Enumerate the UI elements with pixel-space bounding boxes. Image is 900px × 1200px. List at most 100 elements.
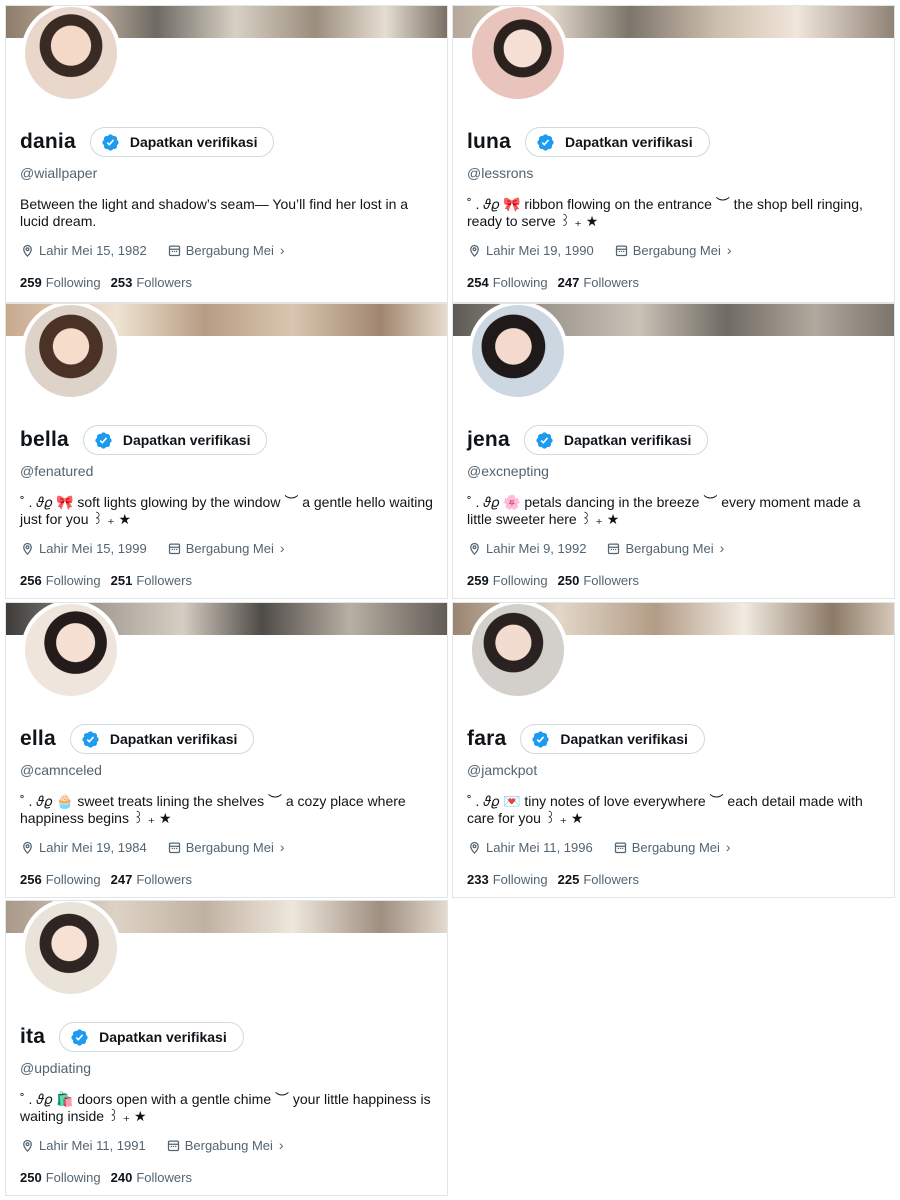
verified-badge-icon (71, 1028, 88, 1046)
profile-card-bella: bella Dapatkan verifikasi @fenatured ˚ .… (5, 303, 448, 599)
profile-meta: Lahir Mei 19, 1990 Bergabung Mei › (467, 242, 752, 258)
profile-card-luna: luna Dapatkan verifikasi @lessrons ˚ . 𝜗… (452, 5, 895, 303)
name-row: ella Dapatkan verifikasi (20, 724, 255, 754)
following-label: Following (492, 872, 548, 887)
following-count: 256 (20, 872, 42, 887)
following-link[interactable]: 259 Following (20, 275, 101, 290)
join-date-label: Bergabung Mei (185, 540, 274, 556)
chevron-right-icon[interactable]: › (720, 540, 725, 556)
followers-link[interactable]: 247 Followers (111, 872, 192, 887)
following-link[interactable]: 250 Following (20, 1170, 101, 1185)
profile-name: dania (20, 130, 76, 153)
following-link[interactable]: 254 Following (467, 275, 548, 290)
profile-handle: @updiating (20, 1060, 92, 1076)
join-date[interactable]: Bergabung Mei › (167, 242, 285, 258)
birth-date: Lahir Mei 9, 1992 (467, 541, 586, 556)
profile-avatar[interactable] (21, 603, 121, 700)
name-row: jena Dapatkan verifikasi (467, 425, 709, 455)
join-date[interactable]: Bergabung Mei › (167, 839, 285, 855)
profile-avatar[interactable] (468, 6, 568, 103)
followers-label: Followers (136, 573, 192, 588)
profile-avatar[interactable] (468, 304, 568, 401)
profile-stats: 256 Following 251 Followers (20, 573, 202, 588)
join-date[interactable]: Bergabung Mei › (606, 540, 724, 556)
following-count: 254 (467, 275, 489, 290)
get-verified-button[interactable]: Dapatkan verifikasi (59, 1022, 244, 1052)
get-verified-button[interactable]: Dapatkan verifikasi (69, 724, 255, 754)
profile-meta: Lahir Mei 19, 1984 Bergabung Mei › (20, 839, 305, 855)
profile-meta: Lahir Mei 9, 1992 Bergabung Mei › (467, 540, 744, 556)
followers-link[interactable]: 251 Followers (111, 573, 192, 588)
following-count: 233 (467, 872, 489, 887)
get-verified-label: Dapatkan verifikasi (564, 134, 693, 150)
location-pin-icon (470, 841, 479, 854)
birth-date-label: Lahir Mei 15, 1999 (39, 540, 147, 556)
following-label: Following (45, 275, 101, 290)
join-date-label: Bergabung Mei (185, 839, 274, 855)
chevron-right-icon[interactable]: › (727, 242, 732, 258)
birth-date-label: Lahir Mei 11, 1991 (39, 1137, 146, 1153)
followers-link[interactable]: 253 Followers (111, 275, 192, 290)
chevron-right-icon[interactable]: › (280, 839, 285, 855)
verified-badge-icon (102, 133, 119, 151)
profile-name: ita (20, 1025, 46, 1048)
get-verified-button[interactable]: Dapatkan verifikasi (89, 127, 275, 157)
join-date[interactable]: Bergabung Mei › (614, 242, 732, 258)
birth-date-label: Lahir Mei 9, 1992 (486, 540, 587, 556)
join-date-label: Bergabung Mei (631, 839, 720, 855)
followers-label: Followers (583, 872, 639, 887)
followers-link[interactable]: 240 Followers (111, 1170, 192, 1185)
get-verified-label: Dapatkan verifikasi (99, 1029, 227, 1045)
location-pin-icon (470, 244, 479, 257)
profile-bio: ˚ . 𝜗𝜚 💌 tiny notes of love everywhere ︶… (467, 793, 863, 826)
profile-name: fara (467, 727, 507, 750)
get-verified-label: Dapatkan verifikasi (129, 134, 258, 150)
calendar-icon (168, 842, 180, 853)
profile-bio: ˚ . 𝜗𝜚 🛍️ doors open with a gentle chime… (20, 1091, 431, 1124)
profile-avatar[interactable] (468, 603, 568, 700)
calendar-icon (168, 245, 180, 256)
verified-badge-icon (95, 431, 112, 449)
following-link[interactable]: 259 Following (467, 573, 548, 588)
following-link[interactable]: 256 Following (20, 573, 101, 588)
birth-date: Lahir Mei 19, 1990 (467, 243, 594, 258)
profile-handle: @excnepting (467, 463, 549, 479)
profile-meta: Lahir Mei 11, 1991 Bergabung Mei › (20, 1137, 304, 1153)
get-verified-button[interactable]: Dapatkan verifikasi (524, 127, 710, 157)
chevron-right-icon[interactable]: › (726, 839, 731, 855)
join-date-label: Bergabung Mei (185, 242, 274, 258)
profile-meta: Lahir Mei 15, 1999 Bergabung Mei › (20, 540, 305, 556)
location-pin-icon (23, 542, 32, 555)
get-verified-button[interactable]: Dapatkan verifikasi (82, 425, 268, 455)
location-pin-icon (23, 1139, 32, 1152)
chevron-right-icon[interactable]: › (279, 1137, 284, 1153)
profile-card-ita: ita Dapatkan verifikasi @updiating ˚ . 𝜗… (5, 900, 448, 1196)
followers-link[interactable]: 247 Followers (558, 275, 639, 290)
followers-label: Followers (583, 573, 639, 588)
location-pin-icon (23, 244, 32, 257)
following-label: Following (45, 1170, 101, 1185)
join-date-label: Bergabung Mei (184, 1137, 273, 1153)
profile-avatar[interactable] (21, 6, 121, 103)
following-count: 259 (467, 573, 489, 588)
profile-avatar[interactable] (21, 304, 121, 401)
followers-link[interactable]: 225 Followers (558, 872, 639, 887)
following-label: Following (492, 275, 548, 290)
following-link[interactable]: 233 Following (467, 872, 548, 887)
join-date[interactable]: Bergabung Mei › (613, 839, 731, 855)
profile-bio: Between the light and shadow’s seam— You… (20, 196, 409, 229)
profile-avatar[interactable] (21, 901, 121, 998)
following-link[interactable]: 256 Following (20, 872, 101, 887)
get-verified-button[interactable]: Dapatkan verifikasi (523, 425, 709, 455)
verified-badge-icon (536, 431, 553, 449)
get-verified-label: Dapatkan verifikasi (560, 731, 688, 747)
chevron-right-icon[interactable]: › (280, 242, 285, 258)
profile-bio: ˚ . 𝜗𝜚 🎀 soft lights glowing by the wind… (20, 494, 433, 527)
chevron-right-icon[interactable]: › (280, 540, 285, 556)
followers-link[interactable]: 250 Followers (558, 573, 639, 588)
profile-card-fara: fara Dapatkan verifikasi @jamckpot ˚ . 𝜗… (452, 602, 895, 898)
following-label: Following (45, 872, 101, 887)
join-date[interactable]: Bergabung Mei › (166, 1137, 284, 1153)
join-date[interactable]: Bergabung Mei › (167, 540, 285, 556)
get-verified-button[interactable]: Dapatkan verifikasi (520, 724, 705, 754)
